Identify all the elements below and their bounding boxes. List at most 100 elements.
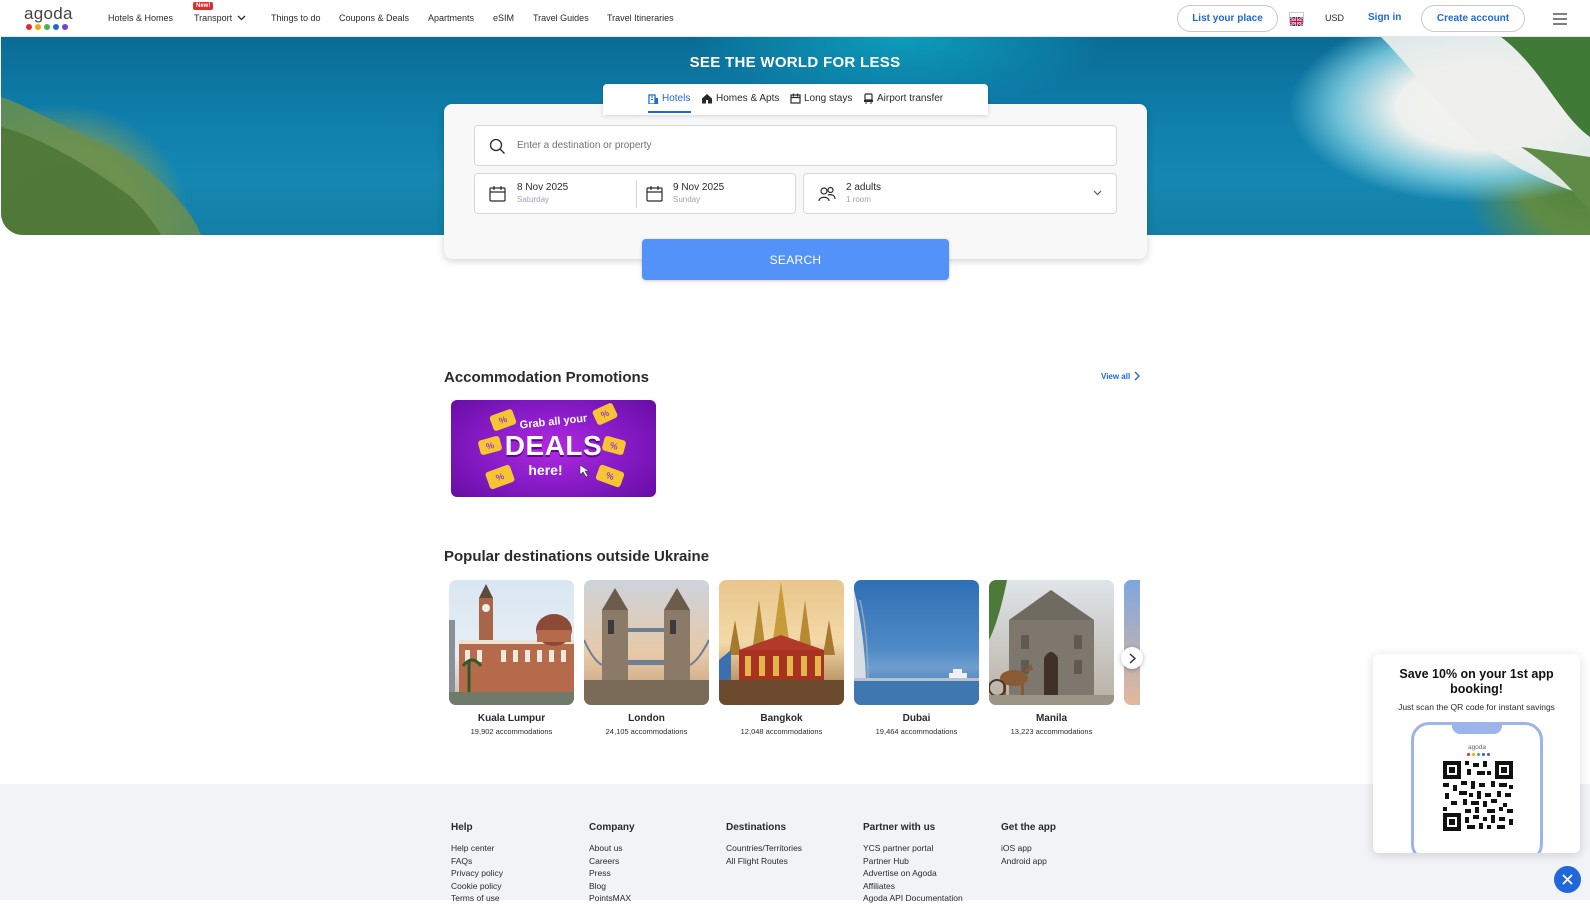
cursor-icon (579, 464, 590, 478)
active-tab-indicator (648, 111, 691, 113)
sign-in-link[interactable]: Sign in (1368, 12, 1401, 23)
footer-link[interactable]: All Flight Routes (726, 855, 802, 868)
home-icon (702, 94, 712, 104)
rooms-count: 1 room (846, 195, 871, 204)
checkin-field[interactable]: 8 Nov 2025 Saturday (475, 174, 636, 213)
calendar-icon (646, 186, 663, 202)
tab-homes-apts-label: Homes & Apts (716, 93, 780, 104)
footer-link[interactable]: Help center (451, 842, 503, 855)
destination-card[interactable]: Kuala Lumpur 19,902 accommodations (449, 580, 574, 736)
chevron-right-icon (1134, 371, 1141, 381)
logo-text: agoda (24, 4, 73, 23)
nav-things-to-do[interactable]: Things to do (271, 13, 321, 23)
hamburger-menu-icon[interactable] (1553, 12, 1567, 30)
carousel-next-button[interactable] (1121, 647, 1143, 669)
phone-logo-text: agoda (1467, 744, 1487, 751)
checkout-field[interactable]: 9 Nov 2025 Sunday (637, 174, 795, 213)
footer-link[interactable]: YCS partner portal (863, 842, 963, 855)
calendar-icon (489, 186, 506, 202)
footer-link[interactable]: Careers (589, 855, 635, 868)
chevron-down-icon (237, 15, 246, 21)
guests-count: 2 adults (846, 182, 882, 193)
footer-col-title: Destinations (726, 822, 787, 833)
bangkok-image (719, 580, 844, 705)
nav-hotels-homes[interactable]: Hotels & Homes (108, 13, 173, 23)
footer-col-title: Company (589, 822, 635, 833)
footer-link[interactable]: FAQs (451, 855, 503, 868)
nav-coupons-deals[interactable]: Coupons & Deals (339, 13, 409, 23)
close-popup-button[interactable] (1554, 866, 1581, 893)
checkout-date: 9 Nov 2025 (673, 182, 725, 193)
footer-col-title: Partner with us (863, 822, 936, 833)
footer-link[interactable]: About us (589, 842, 635, 855)
footer-link[interactable]: Blog (589, 880, 635, 893)
logo-dots (26, 24, 72, 30)
view-all-link[interactable]: View all (1101, 371, 1141, 381)
london-image (584, 580, 709, 705)
checkout-day: Sunday (673, 195, 701, 204)
destination-name: Kuala Lumpur (477, 713, 546, 724)
footer-link[interactable]: Terms of use (451, 892, 503, 905)
footer-col-get-app: Get the app iOS app Android app (1001, 822, 1056, 867)
nav-esim[interactable]: eSIM (493, 13, 514, 23)
dubai-image (854, 580, 979, 705)
top-header: agoda Hotels & Homes New! Transport Thin… (0, 0, 1590, 37)
car-icon (864, 93, 873, 104)
chevron-down-icon (1093, 190, 1102, 196)
footer-col-title: Get the app (1001, 822, 1057, 833)
nav-apartments[interactable]: Apartments (428, 13, 474, 23)
tab-hotels-label: Hotels (662, 93, 691, 104)
footer-link[interactable]: Affiliates (863, 880, 963, 893)
guests-selector[interactable]: 2 adults 1 room (803, 173, 1117, 214)
footer-link[interactable]: Privacy policy (451, 867, 503, 880)
destination-search-input[interactable]: Enter a destination or property (474, 125, 1117, 166)
hotel-icon (648, 94, 658, 104)
destination-card-partial[interactable] (1124, 580, 1140, 705)
destination-name: Dubai (902, 713, 931, 724)
phone-logo-dots (1467, 753, 1490, 756)
manila-image (989, 580, 1114, 705)
footer-col-help: Help Help center FAQs Privacy policy Coo… (451, 822, 503, 905)
date-range-picker[interactable]: 8 Nov 2025 Saturday 9 Nov 2025 Sunday (474, 173, 796, 214)
list-your-place-button[interactable]: List your place (1177, 5, 1278, 32)
tab-homes-apts[interactable]: Homes & Apts (701, 93, 779, 104)
popular-destinations-title: Popular destinations outside Ukraine (444, 548, 710, 565)
uk-flag-icon[interactable] (1289, 12, 1304, 27)
destination-count: 24,105 accommodations (605, 727, 688, 736)
footer-link[interactable]: Advertise on Agoda (863, 867, 963, 880)
footer-link[interactable]: Press (589, 867, 635, 880)
app-popup-title: Save 10% on your 1st app booking! (1399, 667, 1554, 696)
footer-link[interactable]: iOS app (1001, 842, 1056, 855)
tab-long-stays[interactable]: Long stays (790, 93, 852, 104)
footer-link[interactable]: Cookie policy (451, 880, 503, 893)
search-button[interactable]: SEARCH (642, 239, 949, 280)
agoda-logo[interactable]: agoda (24, 5, 72, 33)
phone-illustration: agoda (1411, 722, 1543, 853)
promo-line-2: DEALS (504, 430, 603, 461)
destination-count: 19,464 accommodations (875, 727, 958, 736)
checkin-day: Saturday (517, 195, 550, 204)
tab-hotels[interactable]: Hotels (648, 93, 690, 104)
footer-col-company: Company About us Careers Press Blog Poin… (589, 822, 635, 905)
nav-transport[interactable]: Transport (194, 13, 246, 23)
footer-col-title: Help (451, 822, 473, 833)
destination-placeholder: Enter a destination or property (517, 140, 652, 151)
footer-link[interactable]: PointsMAX (589, 892, 635, 905)
footer-link[interactable]: Agoda API Documentation (863, 892, 963, 905)
currency-selector[interactable]: USD (1325, 13, 1344, 23)
nav-travel-itineraries[interactable]: Travel Itineraries (607, 13, 674, 23)
destination-card[interactable]: London 24,105 accommodations (584, 580, 709, 736)
create-account-button[interactable]: Create account (1421, 5, 1525, 32)
destination-card[interactable]: Dubai 19,464 accommodations (854, 580, 979, 736)
footer-link[interactable]: Countries/Territories (726, 842, 802, 855)
tab-airport-transfer[interactable]: Airport transfer (863, 93, 943, 104)
nav-travel-guides[interactable]: Travel Guides (533, 13, 589, 23)
destination-count: 12,048 accommodations (740, 727, 823, 736)
promotions-title: Accommodation Promotions (444, 369, 650, 386)
footer-link[interactable]: Android app (1001, 855, 1056, 868)
deals-promo-banner[interactable]: % % % % % % Grab all your DEALS here! (451, 400, 656, 497)
destination-count: 13,223 accommodations (1010, 727, 1093, 736)
destination-card[interactable]: Manila 13,223 accommodations (989, 580, 1114, 736)
footer-link[interactable]: Partner Hub (863, 855, 963, 868)
destination-card[interactable]: Bangkok 12,048 accommodations (719, 580, 844, 736)
